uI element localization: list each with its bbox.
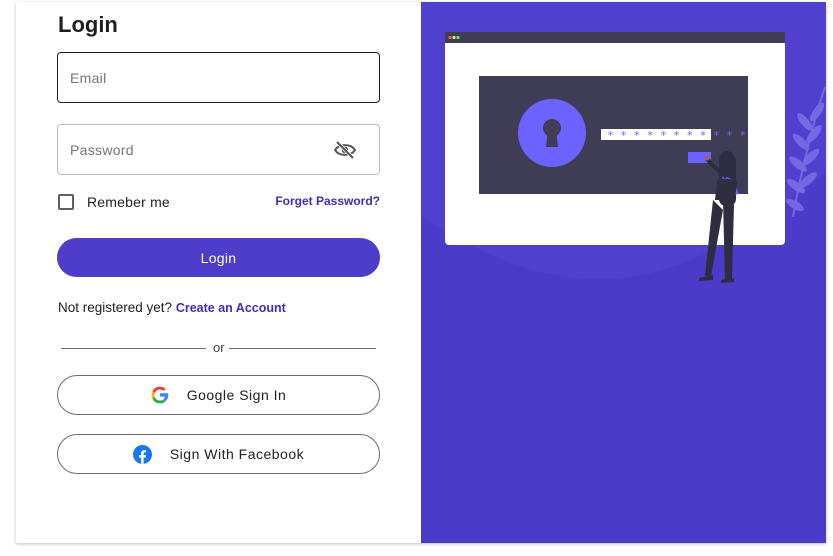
google-icon [151,386,169,404]
or-divider: or [61,340,376,355]
email-input[interactable] [70,53,330,102]
visibility-off-icon[interactable] [333,139,357,161]
window-dots-icon [448,35,460,40]
divider-line-right [229,348,376,349]
facebook-signin-label: Sign With Facebook [169,446,305,462]
login-card: Login Remeber me Forget Password? Login … [16,2,826,543]
remember-checkbox[interactable] [58,194,74,210]
remember-me[interactable]: Remeber me [58,192,170,212]
facebook-icon [132,444,152,464]
create-account-link[interactable]: Create an Account [176,301,286,315]
facebook-signin-button[interactable]: Sign With Facebook [57,434,380,474]
register-prompt-text: Not registered yet? [58,300,173,315]
login-button[interactable]: Login [57,238,380,277]
google-signin-button[interactable]: Google Sign In [57,375,380,415]
divider-text: or [213,340,225,355]
password-field[interactable] [57,124,380,175]
password-input[interactable] [70,125,330,174]
login-illustration: * * * * * * * * * * * [421,2,826,283]
divider-line-left [61,348,206,349]
password-dots: * * * * * * * * * * * [607,129,746,142]
email-field[interactable] [57,52,380,103]
page-title: Login [58,12,118,37]
login-form-panel: Login Remeber me Forget Password? Login … [16,2,421,543]
remember-label: Remeber me [87,194,170,210]
illustration-panel: * * * * * * * * * * * [421,2,826,543]
register-prompt: Not registered yet? Create an Account [58,300,286,315]
forgot-password-link[interactable]: Forget Password? [275,194,380,208]
keyhole-lock-icon [518,99,586,167]
google-signin-label: Google Sign In [186,387,287,403]
